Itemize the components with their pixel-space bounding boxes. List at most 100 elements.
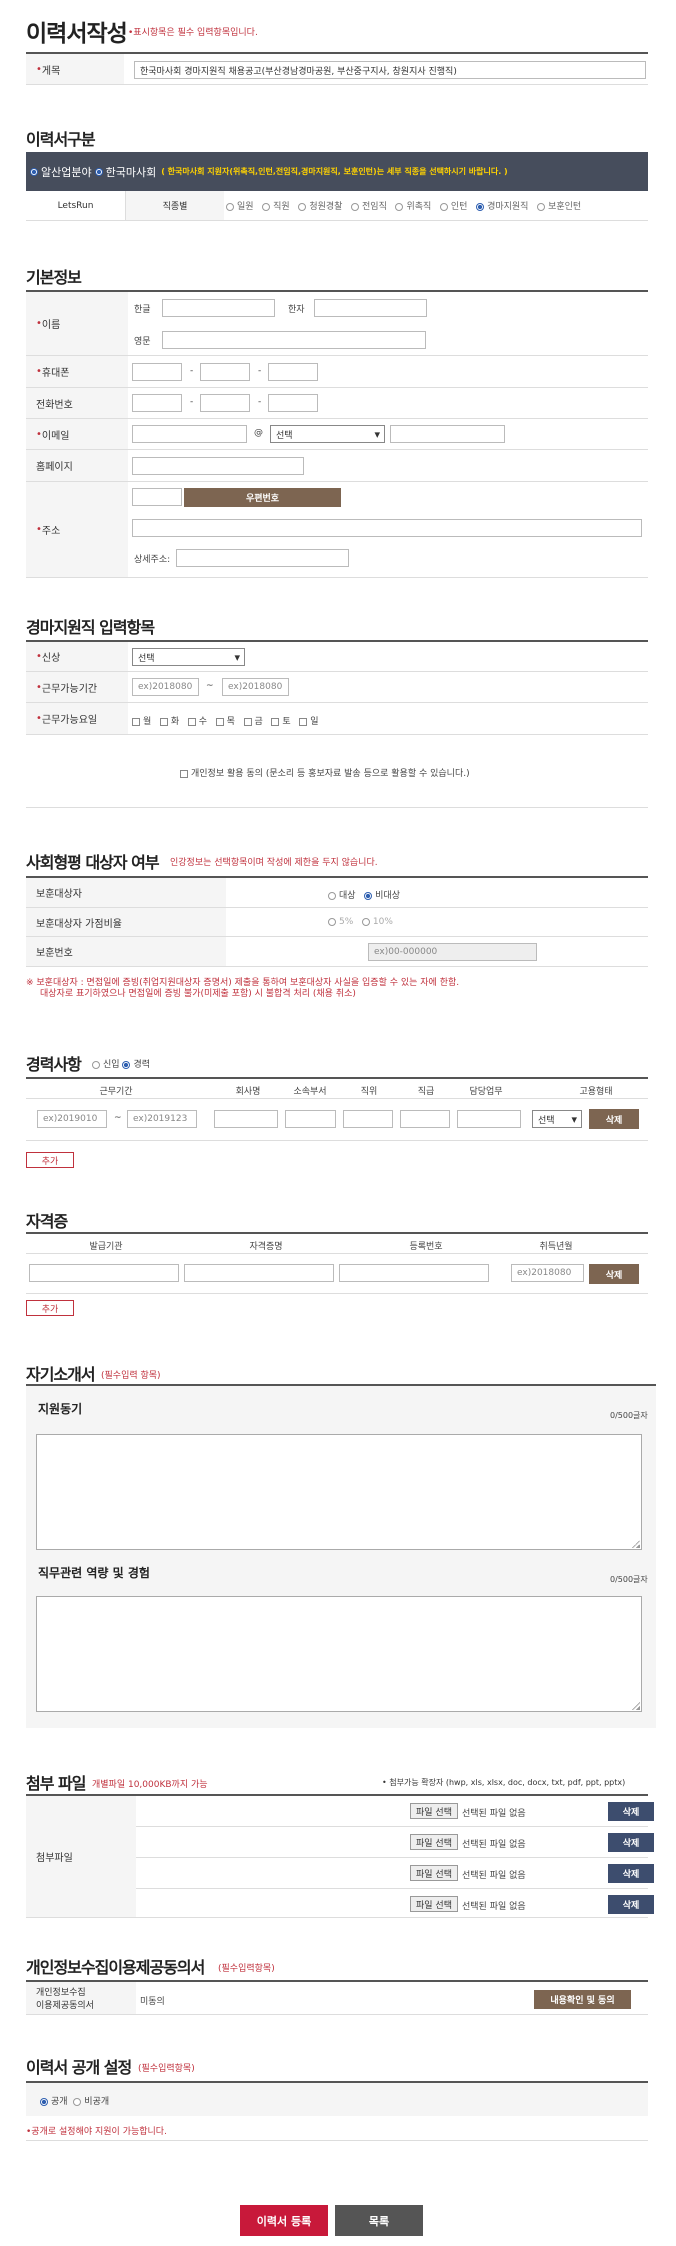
career-delete-button[interactable]: 삭제 <box>589 1109 639 1129</box>
career-from-input[interactable]: ex)2019010 <box>37 1110 107 1128</box>
period-from-input[interactable]: ex)2018080 <box>132 678 199 696</box>
hangul-name-input[interactable] <box>162 299 275 317</box>
private-radio[interactable] <box>73 2097 82 2106</box>
exp-radio[interactable] <box>122 1060 131 1069</box>
email-domain-select[interactable]: 선택 <box>270 425 385 443</box>
category-options: 일원 직원 청원경찰 전임직 위촉직 인턴 경마지원직 보훈인턴 <box>226 199 581 212</box>
duty-input[interactable] <box>457 1110 521 1128</box>
acquired-date-input[interactable]: ex)2018080 <box>511 1264 584 1282</box>
list-button[interactable]: 목록 <box>335 2205 423 2236</box>
mobile-2-input[interactable] <box>200 363 250 381</box>
detail-address-input[interactable] <box>176 549 349 567</box>
zipcode-button[interactable]: 우편번호 <box>184 488 341 507</box>
resize-grip-icon[interactable] <box>632 1702 640 1710</box>
option-label: 직원 <box>273 202 290 212</box>
option-radio-0[interactable] <box>226 202 234 211</box>
veteran-yes-radio[interactable] <box>328 891 336 900</box>
employment-type-select[interactable]: 선택 <box>532 1110 582 1128</box>
motive-textarea[interactable] <box>36 1434 642 1550</box>
org2-radio[interactable] <box>94 167 103 176</box>
tilde: ~ <box>206 681 214 691</box>
new-radio[interactable] <box>92 1060 100 1069</box>
email-id-input[interactable] <box>132 425 247 443</box>
phone-label: 전화번호 <box>26 388 128 418</box>
resize-grip-icon[interactable] <box>632 1540 640 1548</box>
no-label: 비대상 <box>375 891 400 901</box>
rank-input[interactable] <box>400 1110 450 1128</box>
file-choose-button[interactable]: 파일 선택 <box>410 1896 458 1912</box>
day-checkbox[interactable] <box>132 717 140 726</box>
day-checkbox[interactable] <box>299 717 308 726</box>
day-label: 화 <box>170 717 180 727</box>
file-choose-button[interactable]: 파일 선택 <box>410 1803 458 1819</box>
public-note: (필수입력항목) <box>138 2064 195 2074</box>
status-select[interactable]: 선택 <box>132 648 245 666</box>
privacy-agree-button[interactable]: 내용확인 및 동의 <box>534 1990 631 2009</box>
file-choose-button[interactable]: 파일 선택 <box>410 1865 458 1881</box>
period-to-input[interactable]: ex)2018080 <box>222 678 289 696</box>
public-radio[interactable] <box>40 2097 48 2106</box>
address-input[interactable] <box>132 519 642 537</box>
ratio-10-radio[interactable] <box>361 917 370 926</box>
day-label: 금 <box>254 717 263 727</box>
license-add-button[interactable]: 추가 <box>26 1300 74 1316</box>
privacy-label: 개인정보수집 이용제공동의서 <box>26 1982 136 2014</box>
social-title: 사회형평 대상자 여부 <box>26 853 160 872</box>
career-to-input[interactable]: ex)2019123 <box>127 1110 197 1128</box>
veteran-number-input[interactable]: ex)00-000000 <box>368 943 537 961</box>
license-delete-button[interactable]: 삭제 <box>589 1264 639 1284</box>
regno-input[interactable] <box>339 1264 489 1282</box>
day-checkbox[interactable] <box>271 717 280 726</box>
option-radio-4[interactable] <box>395 202 404 211</box>
file-delete-button[interactable]: 삭제 <box>608 1833 654 1852</box>
race-table: 신상 선택 근무가능기간 ex)2018080 ~ ex)2018080 근무가… <box>26 640 648 735</box>
dept-input[interactable] <box>285 1110 336 1128</box>
zipcode-input[interactable] <box>132 488 182 506</box>
file-delete-button[interactable]: 삭제 <box>608 1864 654 1883</box>
option-radio-2[interactable] <box>298 202 307 211</box>
detail-address-label: 상세주소: <box>134 555 171 565</box>
org1-radio[interactable] <box>30 167 38 176</box>
file-delete-button[interactable]: 삭제 <box>608 1802 654 1821</box>
ratio-5-radio[interactable] <box>328 917 336 926</box>
option-radio-1[interactable] <box>262 202 271 211</box>
mobile-3-input[interactable] <box>268 363 318 381</box>
file-delete-button[interactable]: 삭제 <box>608 1895 654 1914</box>
hanja-name-input[interactable] <box>314 299 427 317</box>
career-type: 신입 경력 <box>92 1057 150 1070</box>
private-label: 비공개 <box>84 2097 110 2107</box>
tilde: ~ <box>114 1113 122 1123</box>
license-table: 발급기관 자격증명 등록번호 취득년월 ex)2018080 삭제 <box>26 1232 648 1294</box>
english-name-input[interactable] <box>162 331 426 349</box>
phone-1-input[interactable] <box>132 394 182 412</box>
name-label: 이름 <box>26 292 128 355</box>
consent-checkbox[interactable] <box>180 769 188 778</box>
days-label: 근무가능요일 <box>26 703 128 734</box>
privacy-status: 미동의 <box>140 1997 165 2007</box>
issuer-input[interactable] <box>29 1264 179 1282</box>
veteran-no-radio[interactable] <box>364 891 373 900</box>
col-license: 자격증명 <box>249 1242 283 1252</box>
option-radio-6[interactable] <box>476 202 485 211</box>
day-checkbox[interactable] <box>215 717 224 726</box>
day-checkbox[interactable] <box>187 717 196 726</box>
mobile-1-input[interactable] <box>132 363 182 381</box>
phone-2-input[interactable] <box>200 394 250 412</box>
file-choose-button[interactable]: 파일 선택 <box>410 1834 458 1850</box>
competence-textarea[interactable] <box>36 1596 642 1712</box>
phone-3-input[interactable] <box>268 394 318 412</box>
veteran-label: 보훈대상자 <box>26 878 226 907</box>
homepage-input[interactable] <box>132 457 304 475</box>
option-radio-3[interactable] <box>351 202 360 211</box>
company-input[interactable] <box>214 1110 278 1128</box>
email-domain-input[interactable] <box>390 425 505 443</box>
option-radio-5[interactable] <box>439 202 448 211</box>
day-checkbox[interactable] <box>159 717 168 726</box>
option-radio-7[interactable] <box>537 202 546 211</box>
position-input[interactable] <box>343 1110 393 1128</box>
submit-resume-button[interactable]: 이력서 등록 <box>240 2205 328 2236</box>
public-label: 공개 <box>51 2097 68 2107</box>
license-name-input[interactable] <box>184 1264 334 1282</box>
career-add-button[interactable]: 추가 <box>26 1152 74 1168</box>
day-checkbox[interactable] <box>243 717 252 726</box>
